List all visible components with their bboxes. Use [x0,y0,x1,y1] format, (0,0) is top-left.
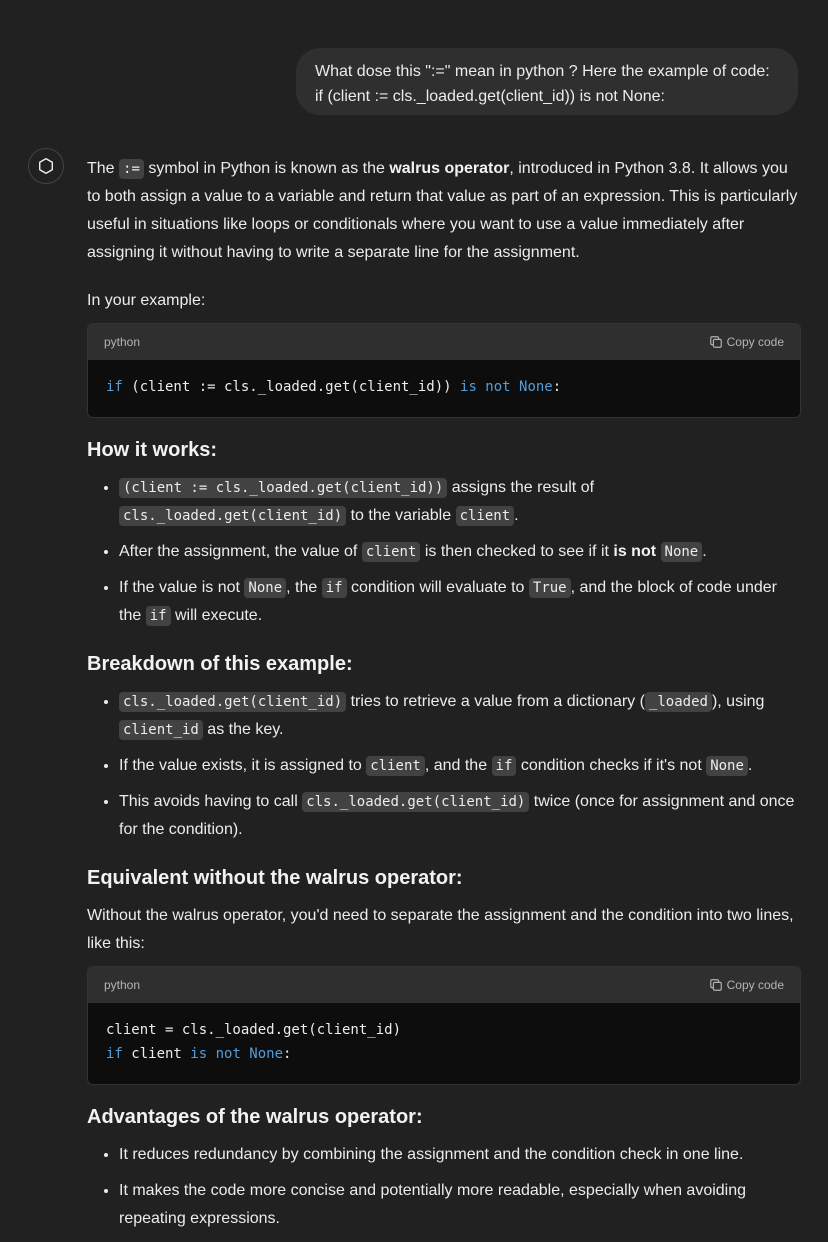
copy-code-label: Copy code [726,335,784,349]
user-message-line-1: What dose this ":=" mean in python ? Her… [315,63,770,80]
code-block-1: python Copy code if (client := cls._load… [87,323,801,418]
list-item: If the value exists, it is assigned to c… [119,752,801,780]
copy-code-button[interactable]: Copy code [709,971,784,999]
copy-code-label: Copy code [726,978,784,992]
list-item: It makes the code more concise and poten… [119,1177,801,1233]
user-message-line-2: if (client := cls._loaded.get(client_id)… [315,88,665,105]
advantages-list: It reduces redundancy by combining the a… [87,1141,801,1233]
copy-icon [709,336,722,348]
code-block-header: python Copy code [88,967,800,1003]
breakdown-list: cls._loaded.get(client_id) tries to retr… [87,688,801,844]
breakdown-heading: Breakdown of this example: [87,653,353,675]
list-item: (client := cls._loaded.get(client_id)) a… [119,474,801,530]
example-label: In your example: [87,292,206,309]
user-message-bubble: What dose this ":=" mean in python ? Her… [296,48,798,115]
list-item: This avoids having to call cls._loaded.g… [119,788,801,844]
assistant-message: The := symbol in Python is known as the … [87,155,801,1233]
equivalent-paragraph: Without the walrus operator, you'd need … [87,907,794,952]
list-item: It reduces redundancy by combining the a… [119,1141,801,1169]
bold-text: walrus operator [389,160,510,177]
equivalent-heading: Equivalent without the walrus operator: [87,867,463,889]
how-it-works-heading: How it works: [87,439,218,461]
openai-logo-icon [39,158,53,174]
intro-paragraph: The := symbol in Python is known as the … [87,159,798,261]
copy-icon [709,979,722,991]
copy-code-button[interactable]: Copy code [709,328,784,356]
assistant-avatar [28,148,64,184]
list-item: If the value is not None, the if conditi… [119,574,801,630]
code-content: client = cls._loaded.get(client_id) if c… [106,1022,402,1062]
how-it-works-list: (client := cls._loaded.get(client_id)) a… [87,474,801,630]
code-content: if (client := cls._loaded.get(client_id)… [106,379,562,395]
advantages-heading: Advantages of the walrus operator: [87,1106,423,1128]
list-item: cls._loaded.get(client_id) tries to retr… [119,688,801,744]
code-language-label: python [104,978,141,992]
code-block-header: python Copy code [88,324,800,360]
code-language-label: python [104,335,141,349]
inline-code: := [119,159,144,179]
code-block-2: python Copy code client = cls._loaded.ge… [87,966,801,1085]
list-item: After the assignment, the value of clien… [119,538,801,566]
